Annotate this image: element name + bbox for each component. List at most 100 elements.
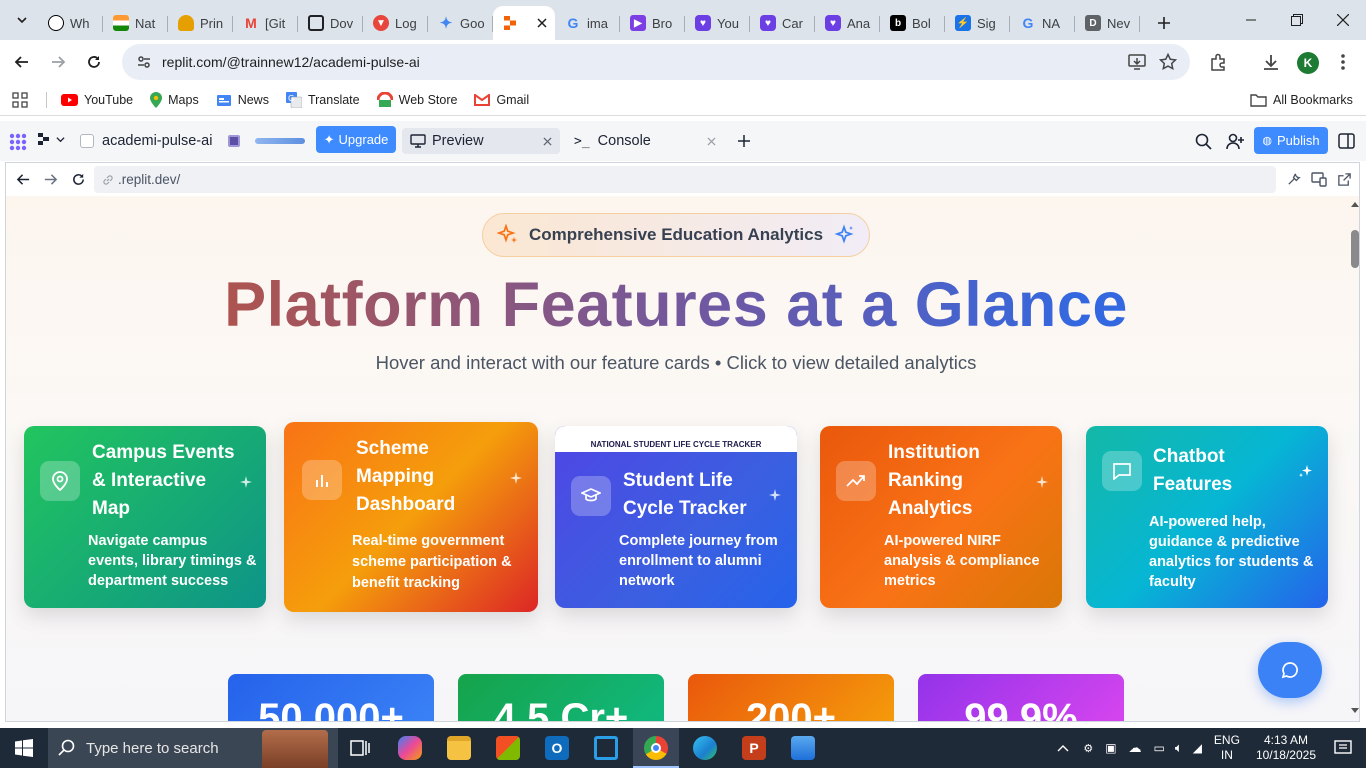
scroll-down-icon[interactable]: [1351, 708, 1359, 714]
back-button[interactable]: [5, 45, 39, 79]
new-tab-button[interactable]: [1150, 9, 1178, 37]
browser-tab[interactable]: G NA: [1010, 6, 1075, 40]
scroll-up-icon[interactable]: [1351, 201, 1359, 207]
tray-app-icon[interactable]: ⚙: [1083, 742, 1093, 755]
scrollbar[interactable]: [1349, 196, 1359, 721]
browser-tab[interactable]: ▼ Log: [363, 6, 428, 40]
volume-icon[interactable]: 🔈︎: [1175, 740, 1183, 756]
meet-now-icon[interactable]: ▣: [1105, 741, 1116, 755]
browser-tab[interactable]: Dov: [298, 6, 363, 40]
svg-text:G: G: [288, 94, 294, 103]
profile-avatar[interactable]: K: [1297, 52, 1319, 74]
browser-tab[interactable]: ♥ Car: [750, 6, 815, 40]
notifications-icon[interactable]: [1334, 740, 1352, 756]
devtools-icon[interactable]: [1286, 172, 1301, 187]
extensions-icon[interactable]: [1209, 53, 1227, 71]
network-icon[interactable]: ◢: [1193, 741, 1202, 755]
feature-card-chatbot[interactable]: Chatbot Features AI-powered help, guidan…: [1086, 426, 1328, 608]
bookmark-maps[interactable]: Maps: [150, 91, 199, 108]
feature-card-student-lifecycle[interactable]: NATIONAL STUDENT LIFE CYCLE TRACKER Stud…: [555, 426, 797, 608]
arrow-right-icon[interactable]: [43, 172, 58, 187]
tab-search-button[interactable]: [6, 6, 38, 34]
feature-card-scheme-mapping[interactable]: Scheme Mapping Dashboard Real-time gover…: [284, 422, 538, 612]
chevron-up-icon[interactable]: [1057, 744, 1069, 752]
browser-tab[interactable]: Gima: [555, 6, 620, 40]
browser-tab[interactable]: ⚡ Sig: [945, 6, 1010, 40]
address-bar[interactable]: replit.com/@trainnew12/academi-pulse-ai: [122, 44, 1190, 80]
powerpoint-icon[interactable]: P: [742, 736, 766, 760]
feature-card-campus-events[interactable]: Campus Events & Interactive Map Navigate…: [24, 426, 266, 608]
bookmark-news[interactable]: News: [216, 93, 269, 107]
restore-button[interactable]: [1274, 0, 1320, 40]
browser-tab[interactable]: b Bol: [880, 6, 945, 40]
publish-button[interactable]: ◍ Publish: [1254, 127, 1328, 154]
browser-tab[interactable]: Wh: [38, 6, 103, 40]
feature-card-institution-ranking[interactable]: Institution Ranking Analytics AI-powered…: [820, 426, 1062, 608]
task-view-icon[interactable]: [348, 736, 372, 760]
install-app-icon[interactable]: [1128, 54, 1146, 70]
battery-icon[interactable]: ▭: [1154, 741, 1165, 755]
outlook-icon[interactable]: O: [545, 736, 569, 760]
download-icon[interactable]: [1262, 53, 1280, 71]
edge-icon[interactable]: [693, 736, 717, 760]
forward-button[interactable]: [41, 45, 75, 79]
minimize-button[interactable]: [1228, 0, 1274, 40]
bookmark-youtube[interactable]: YouTube: [61, 93, 133, 107]
browser-tab[interactable]: ♥ You: [685, 6, 750, 40]
browser-tab-active[interactable]: [493, 6, 555, 40]
file-explorer-icon[interactable]: [447, 736, 471, 760]
star-icon[interactable]: [1159, 53, 1177, 71]
copilot-icon[interactable]: [398, 736, 422, 760]
bookmark-translate[interactable]: G Translate: [285, 91, 360, 108]
sidebar-toggle-icon[interactable]: [1338, 133, 1355, 149]
site-info-icon[interactable]: [136, 54, 152, 70]
stop-icon[interactable]: [228, 135, 240, 147]
language-indicator[interactable]: ENG IN: [1214, 733, 1240, 763]
chat-fab-button[interactable]: [1258, 642, 1322, 698]
bookmark-gmail[interactable]: Gmail: [474, 93, 529, 107]
search-icon[interactable]: [1195, 133, 1212, 150]
preview-url-field[interactable]: .replit.dev/: [94, 166, 1276, 193]
browser-tab[interactable]: ▶ Bro: [620, 6, 685, 40]
arrow-left-icon[interactable]: [16, 172, 31, 187]
reload-button[interactable]: [77, 45, 111, 79]
tab-console[interactable]: >_ Console: [566, 128, 724, 154]
add-user-icon[interactable]: [1226, 133, 1245, 150]
sparkles-icon: [834, 224, 854, 244]
close-icon[interactable]: [543, 136, 552, 146]
tab-title: You: [717, 15, 739, 31]
onedrive-icon[interactable]: ☁: [1129, 740, 1142, 756]
close-window-button[interactable]: [1320, 0, 1366, 40]
close-icon[interactable]: [707, 136, 716, 146]
browser-tab[interactable]: ♥ Ana: [815, 6, 880, 40]
browser-tab[interactable]: Prin: [168, 6, 233, 40]
browser-tab[interactable]: ✦ Goo: [428, 6, 493, 40]
scrollbar-thumb[interactable]: [1351, 230, 1359, 268]
vscode-icon[interactable]: [594, 736, 618, 760]
project-name-button[interactable]: academi-pulse-ai: [80, 129, 212, 153]
reload-icon[interactable]: [71, 172, 86, 187]
external-link-icon[interactable]: [1337, 172, 1352, 187]
url-text[interactable]: replit.com/@trainnew12/academi-pulse-ai: [162, 54, 420, 70]
sparkle-icon: [1036, 476, 1048, 488]
replit-logo-icon[interactable]: [9, 133, 27, 151]
more-menu-icon[interactable]: [1340, 53, 1346, 71]
apps-grid-icon[interactable]: [12, 91, 28, 108]
clock[interactable]: 4:13 AM 10/18/2025: [1256, 733, 1316, 763]
close-icon[interactable]: [537, 18, 547, 28]
browser-tab[interactable]: Nat: [103, 6, 168, 40]
windows-start-icon[interactable]: [15, 739, 33, 757]
browser-tab[interactable]: M [Git: [233, 6, 298, 40]
bookmark-webstore[interactable]: Web Store: [376, 91, 457, 108]
microsoft-store-icon[interactable]: [496, 736, 520, 760]
tab-preview[interactable]: Preview: [402, 128, 560, 154]
browser-tab[interactable]: D Nev: [1075, 6, 1140, 40]
upgrade-button[interactable]: ✦ Upgrade: [316, 126, 396, 153]
project-menu-button[interactable]: [38, 133, 65, 145]
photos-icon[interactable]: [791, 736, 815, 760]
device-icon[interactable]: [1311, 172, 1327, 187]
add-tab-icon[interactable]: [737, 134, 751, 148]
chrome-taskbar-button[interactable]: [633, 728, 679, 768]
all-bookmarks-button[interactable]: All Bookmarks: [1250, 93, 1353, 107]
taskbar-search[interactable]: Type here to search: [48, 728, 338, 768]
